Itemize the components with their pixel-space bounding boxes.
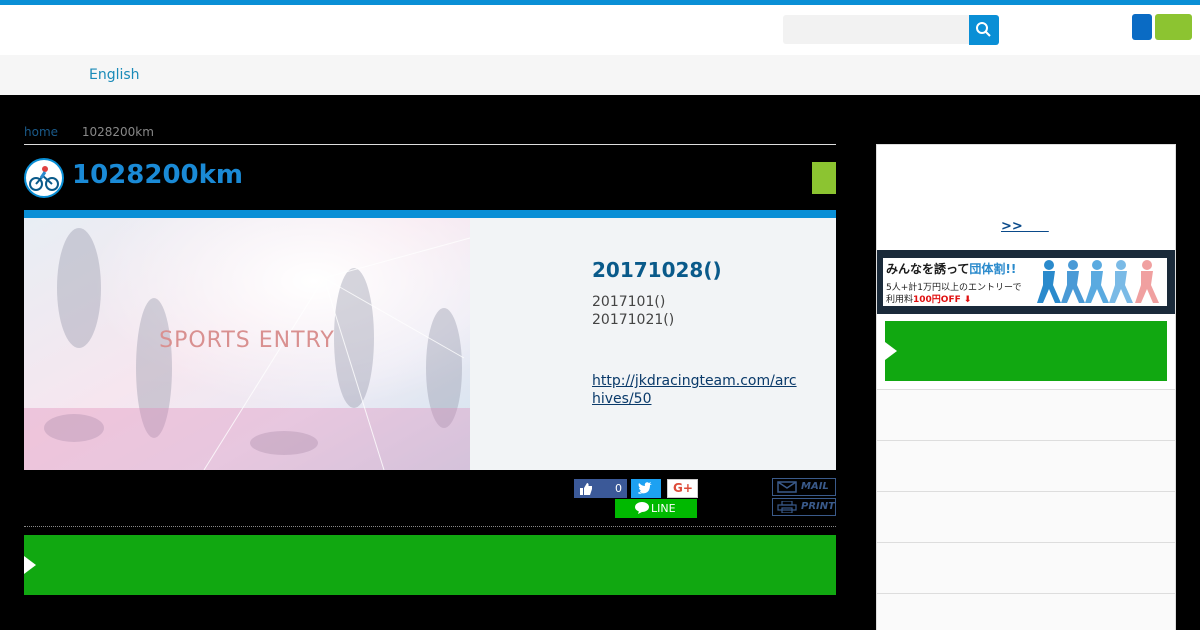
info-line-2: 20171021()	[592, 312, 675, 328]
like-count: 0	[615, 482, 622, 495]
sidebar: >> みんなを誘って団体割!! 5人+計1万円以上のエントリーで 利用料100円…	[876, 144, 1176, 630]
external-link[interactable]: http://jkdracingteam.com/archives/50	[592, 372, 802, 408]
info-line-1: 2017101()	[592, 294, 666, 310]
hero-text: SPORTS ENTRY	[159, 328, 335, 353]
facebook-like-button[interactable]: 0	[574, 479, 627, 498]
group-discount-banner[interactable]: みんなを誘って団体割!! 5人+計1万円以上のエントリーで 利用料100円OFF…	[877, 250, 1175, 314]
twitter-bird-icon	[638, 482, 652, 494]
navigation-bar: English	[0, 55, 1200, 95]
article-card: SPORTS ENTRY 20171028() 2017101() 201710…	[24, 218, 836, 470]
page-title: 1028200km	[72, 160, 244, 190]
entry-cta-button[interactable]	[24, 535, 836, 595]
breadcrumb-current: 1028200km	[81, 125, 154, 139]
banner-body: みんなを誘って団体割!! 5人+計1万円以上のエントリーで 利用料100円OFF…	[883, 258, 1167, 306]
list-item[interactable]	[877, 440, 1175, 491]
article-accent-bar	[24, 210, 836, 218]
breadcrumb-divider	[24, 144, 836, 145]
mail-icon	[777, 481, 797, 493]
header-button-green[interactable]	[1155, 14, 1192, 40]
print-button[interactable]: PRINT	[772, 498, 836, 516]
thumbs-up-icon	[580, 483, 592, 495]
search-icon	[976, 22, 991, 37]
search-input[interactable]	[783, 15, 969, 44]
list-item[interactable]	[877, 542, 1175, 593]
line-share-button[interactable]: LINE	[615, 499, 697, 518]
event-date: 20171028()	[592, 258, 722, 282]
banner-headline: みんなを誘って団体割!!	[886, 262, 1017, 276]
google-plus-share-button[interactable]: G+	[667, 479, 698, 498]
breadcrumb-home[interactable]: home	[24, 125, 58, 139]
mail-button[interactable]: MAIL	[772, 478, 836, 496]
nav-english-link[interactable]: English	[89, 67, 140, 83]
category-tag[interactable]	[812, 162, 836, 194]
avatar	[24, 158, 64, 198]
google-plus-icon: G+	[673, 481, 693, 495]
search-button[interactable]	[969, 15, 999, 45]
twitter-share-button[interactable]	[631, 479, 661, 498]
hero-image: SPORTS ENTRY	[24, 218, 470, 470]
sidebar-cta-button[interactable]	[885, 321, 1167, 381]
header-button-blue[interactable]	[1132, 14, 1152, 40]
printer-icon	[777, 501, 797, 513]
mail-label: MAIL	[801, 481, 829, 492]
cyclist-icon	[29, 166, 59, 191]
line-label: LINE	[651, 502, 676, 515]
line-chat-icon	[635, 502, 649, 514]
site-header	[0, 5, 1200, 55]
section-divider	[24, 526, 836, 527]
sidebar-more-link[interactable]: >>	[1001, 215, 1049, 234]
play-arrow-icon	[885, 342, 897, 360]
list-item[interactable]	[877, 491, 1175, 542]
list-item[interactable]	[877, 389, 1175, 440]
play-arrow-icon	[24, 556, 36, 574]
breadcrumb: home 1028200km	[24, 125, 154, 139]
list-item[interactable]	[877, 593, 1175, 630]
print-label: PRINT	[801, 501, 835, 512]
banner-discount: 利用料100円OFF ⬇	[886, 295, 972, 305]
runners-illustration-icon	[1037, 260, 1159, 303]
